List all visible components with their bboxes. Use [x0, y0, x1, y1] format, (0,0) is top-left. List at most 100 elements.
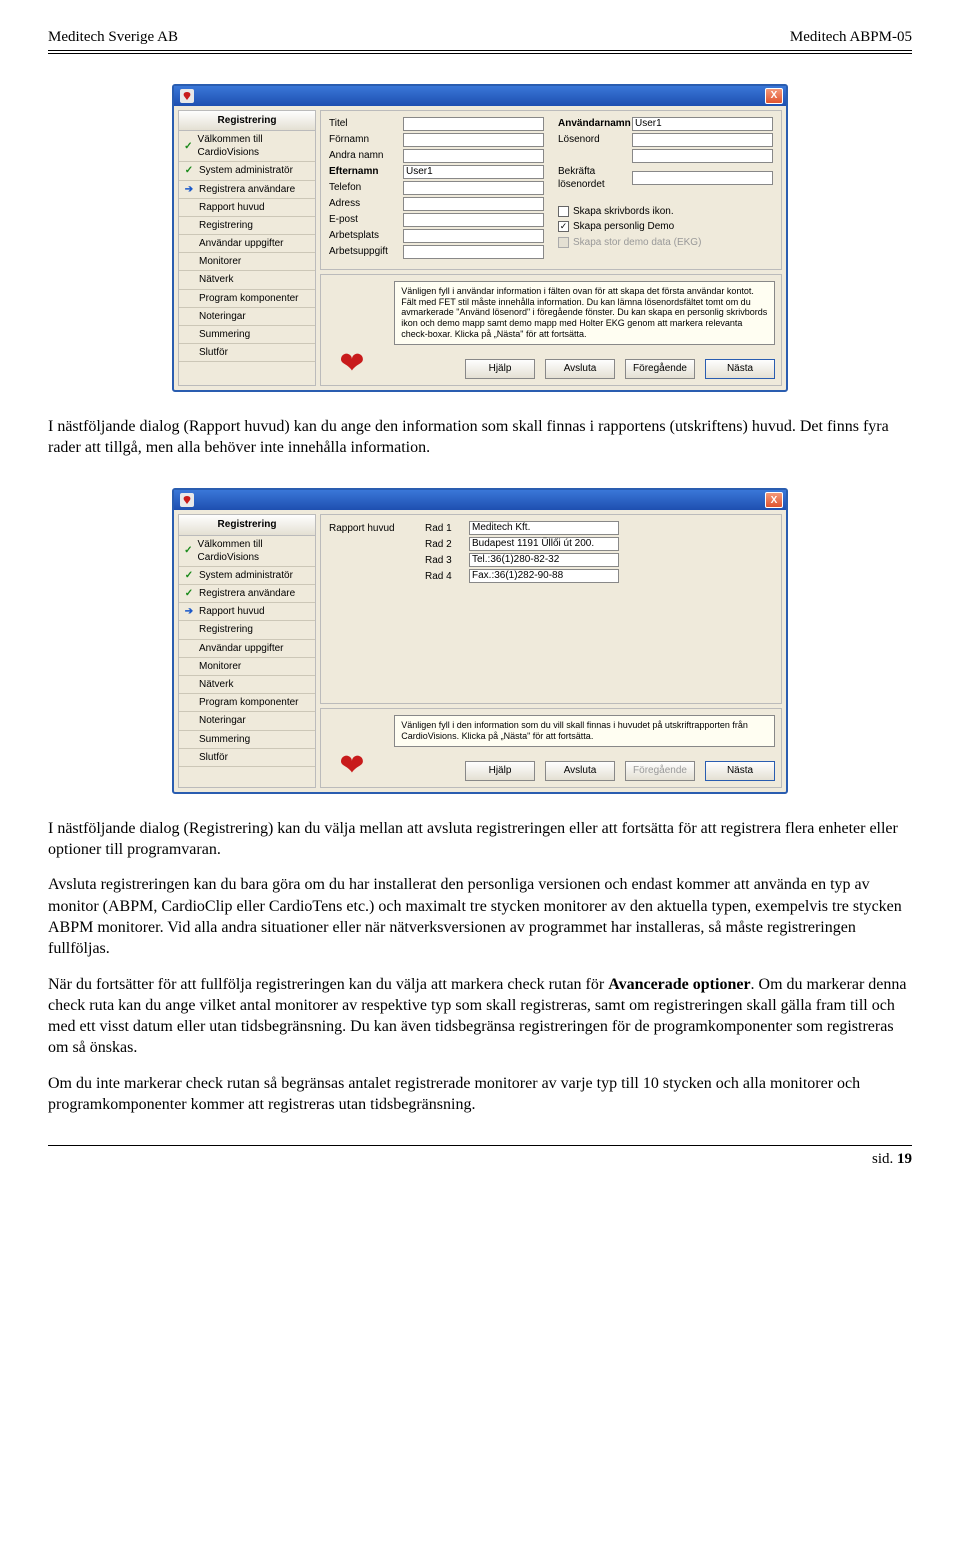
sidebar-item-label: Program komponenter — [199, 696, 299, 709]
text-input[interactable]: Budapest 1191 Üllői út 200. — [469, 537, 619, 551]
sidebar-item[interactable]: Noteringar — [179, 712, 315, 730]
header-rule-1 — [48, 50, 912, 51]
next-button[interactable]: Nästa — [705, 359, 775, 379]
sidebar-item[interactable]: Summering — [179, 326, 315, 344]
sidebar-item-label: Användar uppgifter — [199, 237, 284, 250]
form-label: Lösenord — [558, 133, 632, 146]
text-input[interactable] — [403, 149, 544, 163]
blank-icon — [183, 623, 195, 636]
checkbox-row: Skapa stor demo data (EKG) — [558, 236, 773, 249]
sidebar-item[interactable]: Användar uppgifter — [179, 235, 315, 253]
text-input[interactable]: User1 — [403, 165, 544, 179]
blank-icon — [183, 346, 195, 359]
text-input[interactable] — [632, 149, 773, 163]
sidebar-item[interactable]: ✓Registrera användare — [179, 585, 315, 603]
checkbox-icon[interactable] — [558, 206, 569, 217]
sidebar-item-label: Nätverk — [199, 678, 233, 691]
sidebar-item-label: Registrera användare — [199, 587, 295, 600]
heart-icon: ❤ — [339, 751, 364, 781]
sidebar-item-label: Nätverk — [199, 273, 233, 286]
cancel-button[interactable]: Avsluta — [545, 359, 615, 379]
para-4: När du fortsätter för att fullfölja regi… — [48, 974, 912, 1059]
sidebar-item-label: Slutför — [199, 346, 228, 359]
blank-icon — [183, 642, 195, 655]
text-input[interactable] — [403, 117, 544, 131]
form-label: Adress — [329, 197, 403, 210]
text-input[interactable] — [403, 245, 544, 259]
heart-icon: ❤ — [339, 349, 364, 379]
sidebar-item[interactable]: Summering — [179, 731, 315, 749]
sidebar-item-label: System administratör — [199, 569, 293, 582]
blank-icon — [183, 237, 195, 250]
form-label: Arbetsplats — [329, 229, 403, 242]
sidebar-title: Registrering — [179, 515, 315, 535]
text-input[interactable] — [632, 171, 773, 185]
sidebar-item[interactable]: ✓Välkommen till CardioVisions — [179, 131, 315, 162]
cancel-button[interactable]: Avsluta — [545, 761, 615, 781]
blank-icon — [183, 714, 195, 727]
footer-page-number: 19 — [897, 1150, 912, 1170]
text-input[interactable] — [403, 133, 544, 147]
sidebar-item[interactable]: Användar uppgifter — [179, 640, 315, 658]
sidebar-item-label: Noteringar — [199, 714, 246, 727]
sidebar-item[interactable]: ✓System administratör — [179, 162, 315, 180]
app-icon — [180, 493, 194, 507]
sidebar-item[interactable]: Slutför — [179, 344, 315, 362]
text-input[interactable] — [403, 197, 544, 211]
text-input[interactable] — [403, 213, 544, 227]
checkbox-icon — [558, 237, 569, 248]
screenshot-1: X Registrering ✓Välkommen till CardioVis… — [48, 84, 912, 392]
text-input[interactable]: User1 — [632, 117, 773, 131]
text-input[interactable]: Tel.:36(1)280-82-32 — [469, 553, 619, 567]
sidebar-item[interactable]: Registrering — [179, 217, 315, 235]
text-input[interactable]: Meditech Kft. — [469, 521, 619, 535]
checkbox-row[interactable]: Skapa skrivbords ikon. — [558, 205, 773, 218]
blank-icon — [183, 255, 195, 268]
text-input[interactable] — [403, 229, 544, 243]
sidebar-item[interactable]: Noteringar — [179, 308, 315, 326]
sidebar-item[interactable]: Registrering — [179, 621, 315, 639]
para-4b: Avancerade optioner — [608, 976, 750, 993]
checkbox-label: Skapa personlig Demo — [573, 220, 674, 233]
check-icon: ✓ — [183, 569, 195, 582]
blank-icon — [183, 219, 195, 232]
para-1: I nästföljande dialog (Rapport huvud) ka… — [48, 416, 912, 459]
close-icon[interactable]: X — [765, 492, 783, 508]
text-input[interactable] — [403, 181, 544, 195]
app-icon — [180, 89, 194, 103]
sidebar-item[interactable]: Rapport huvud — [179, 199, 315, 217]
blank-icon — [183, 733, 195, 746]
sidebar-item[interactable]: Nätverk — [179, 271, 315, 289]
help-button[interactable]: Hjälp — [465, 359, 535, 379]
form-label: Efternamn — [329, 165, 403, 178]
sidebar-item[interactable]: Program komponenter — [179, 694, 315, 712]
screenshot-2: X Registrering ✓Välkommen till CardioVis… — [48, 488, 912, 794]
checkbox-icon[interactable]: ✓ — [558, 221, 569, 232]
sidebar-item[interactable]: ➔Registrera användare — [179, 181, 315, 199]
sidebar-item[interactable]: Nätverk — [179, 676, 315, 694]
help-button[interactable]: Hjälp — [465, 761, 535, 781]
spacer — [329, 570, 425, 583]
form-label: Titel — [329, 117, 403, 130]
sidebar-item[interactable]: Slutför — [179, 749, 315, 767]
sidebar-item-label: Program komponenter — [199, 292, 299, 305]
prev-button[interactable]: Föregående — [625, 359, 695, 379]
sidebar-item[interactable]: Monitorer — [179, 658, 315, 676]
checkbox-row[interactable]: ✓ Skapa personlig Demo — [558, 220, 773, 233]
form-label: Bekräfta lösenordet — [558, 165, 632, 191]
check-icon: ✓ — [183, 164, 195, 177]
sidebar-item[interactable]: ✓ System administratör — [179, 567, 315, 585]
check-icon: ✓ — [183, 140, 194, 153]
sidebar-item-label: Monitorer — [199, 660, 241, 673]
text-input[interactable]: Fax.:36(1)282-90-88 — [469, 569, 619, 583]
sidebar-item[interactable]: ➔Rapport huvud — [179, 603, 315, 621]
close-icon[interactable]: X — [765, 88, 783, 104]
sidebar-item[interactable]: ✓Välkommen till CardioVisions — [179, 536, 315, 567]
sidebar-title: Registrering — [179, 111, 315, 131]
footer-rule — [48, 1145, 912, 1146]
next-button[interactable]: Nästa — [705, 761, 775, 781]
text-input[interactable] — [632, 133, 773, 147]
sidebar-item[interactable]: Program komponenter — [179, 290, 315, 308]
sidebar-item-label: Registrera användare — [199, 183, 295, 196]
sidebar-item[interactable]: Monitorer — [179, 253, 315, 271]
